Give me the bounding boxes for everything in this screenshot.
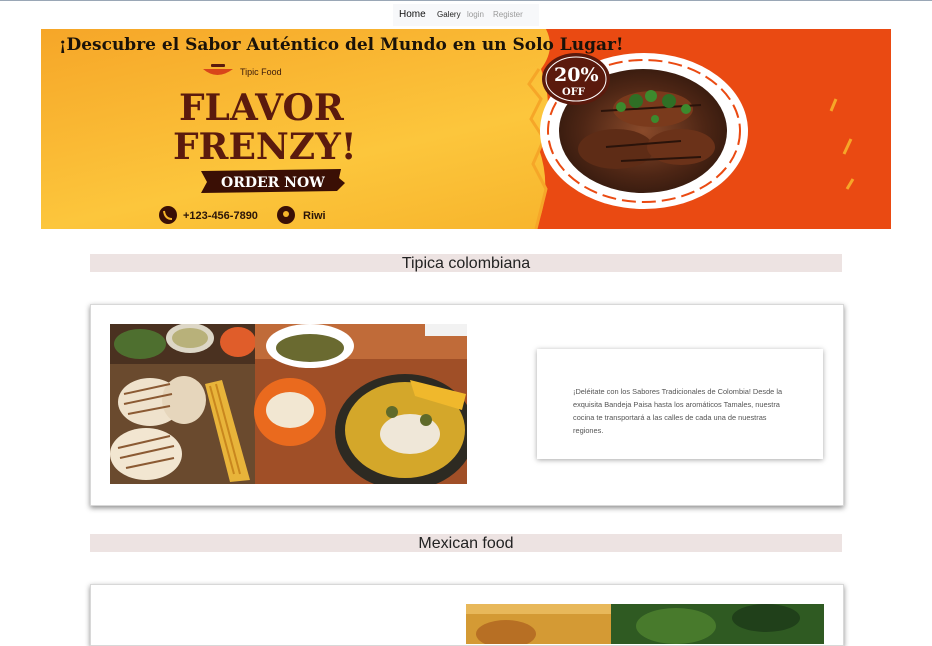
- colombian-food-photo: [110, 324, 467, 484]
- banner-title-line2: FRENZY!: [173, 126, 357, 168]
- nav-register-link[interactable]: Register: [493, 10, 523, 19]
- nav-galery-link[interactable]: Galery: [437, 10, 461, 19]
- top-border: [0, 0, 932, 1]
- section-title-mexican: Mexican food: [90, 534, 842, 552]
- colombian-description: ¡Deléitate con los Sabores Tradicionales…: [573, 387, 783, 435]
- order-now-label: ORDER NOW: [221, 175, 325, 191]
- banner-graphic: ¡Descubre el Sabor Auténtico del Mundo e…: [41, 29, 891, 229]
- brand-name: Tipic Food: [240, 67, 282, 77]
- section-title-colombian: Tipica colombiana: [90, 254, 842, 272]
- discount-percent: 20%: [554, 64, 599, 86]
- nav-login-link[interactable]: login: [467, 10, 484, 19]
- colombian-description-box: ¡Deléitate con los Sabores Tradicionales…: [537, 349, 823, 459]
- mexican-food-photo: [466, 604, 824, 644]
- nav-home-link[interactable]: Home: [399, 9, 426, 20]
- promo-banner: ¡Descubre el Sabor Auténtico del Mundo e…: [41, 29, 891, 229]
- banner-title-line1: FLAVOR: [179, 87, 345, 129]
- mexican-food-card: [90, 584, 844, 646]
- top-nav: Home Galery login Register: [393, 4, 539, 26]
- discount-off: OFF: [562, 87, 585, 98]
- location-name: Riwi: [303, 210, 326, 222]
- phone-icon: [159, 206, 177, 224]
- banner-headline: ¡Descubre el Sabor Auténtico del Mundo e…: [59, 35, 623, 55]
- discount-badge: 20% OFF: [542, 53, 610, 105]
- order-now-button[interactable]: ORDER NOW: [201, 169, 345, 193]
- colombian-food-card: ¡Deléitate con los Sabores Tradicionales…: [90, 304, 844, 506]
- phone-number: +123-456-7890: [183, 210, 258, 222]
